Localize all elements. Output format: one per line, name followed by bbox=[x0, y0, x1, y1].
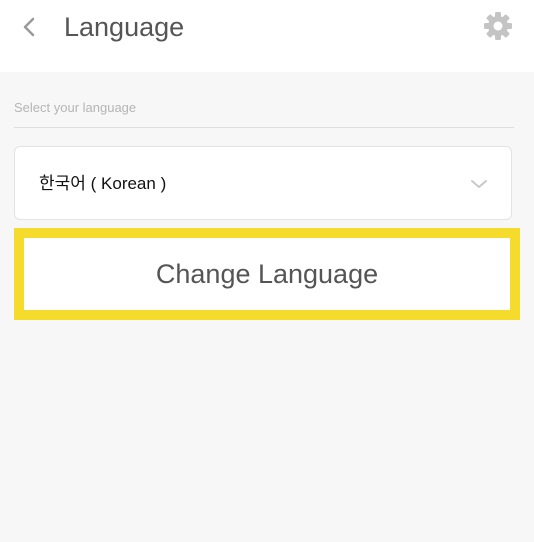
change-language-button[interactable]: Change Language bbox=[14, 228, 520, 320]
page-title: Language bbox=[64, 12, 185, 42]
gear-icon bbox=[484, 12, 512, 40]
header-bar: Language bbox=[0, 0, 534, 72]
back-arrow-icon bbox=[23, 17, 35, 37]
divider bbox=[14, 127, 514, 128]
select-language-label: Select your language bbox=[14, 100, 137, 115]
language-dropdown[interactable]: 한국어 ( Korean ) bbox=[14, 146, 512, 220]
settings-button[interactable] bbox=[481, 9, 515, 43]
back-button[interactable] bbox=[14, 12, 44, 42]
chevron-down-icon bbox=[471, 180, 487, 188]
selected-language: 한국어 ( Korean ) bbox=[39, 174, 167, 193]
change-language-label: Change Language bbox=[155, 258, 379, 289]
